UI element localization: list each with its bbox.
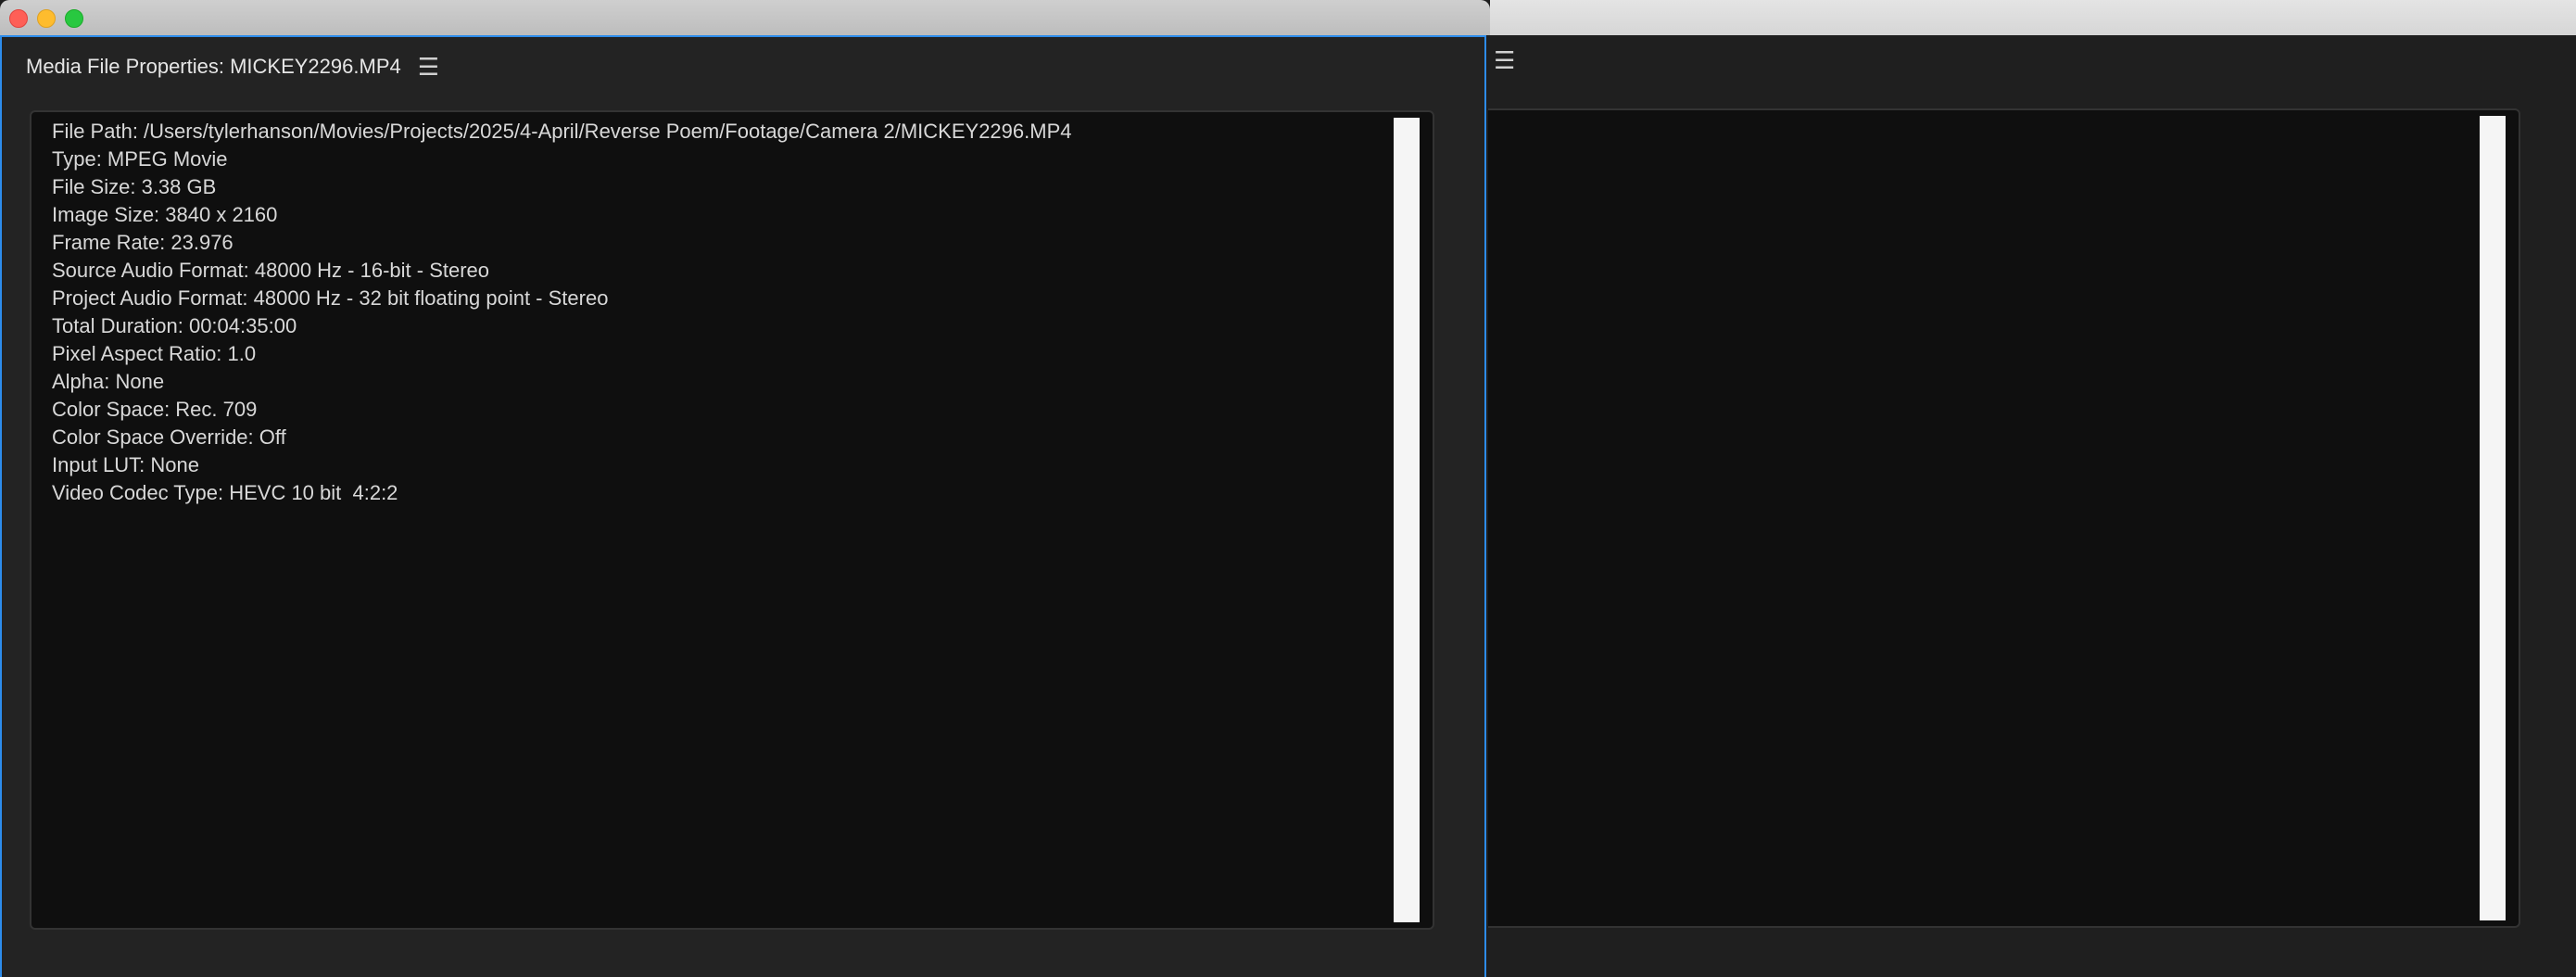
properties-content: File Path: /Users/tylerhanson/Movies/Pro… xyxy=(30,110,1434,930)
properties-list: File Path: /Users/tylerhanson/Movies/Pro… xyxy=(52,118,1071,507)
minimize-icon[interactable] xyxy=(37,9,56,28)
property-line: Image Size: 3840 x 2160 xyxy=(52,203,278,226)
background-panel-menu-icon[interactable]: ☰ xyxy=(1494,46,1515,75)
property-line: File Size: 3.38 GB xyxy=(52,175,217,198)
background-scrollbar[interactable] xyxy=(2480,116,2506,920)
panel-menu-icon[interactable]: ☰ xyxy=(418,55,439,79)
panel-header: Media File Properties: MICKEY2296.MP4 ☰ xyxy=(26,50,439,83)
property-line: Type: MPEG Movie xyxy=(52,147,228,171)
property-line: Project Audio Format: 48000 Hz - 32 bit … xyxy=(52,286,609,310)
window-titlebar[interactable] xyxy=(0,0,1490,35)
background-window-titlebar xyxy=(1490,0,2576,35)
property-line: Video Codec Type: HEVC 10 bit 4:2:2 xyxy=(52,481,398,504)
property-line: Alpha: None xyxy=(52,370,165,393)
property-line: Color Space Override: Off xyxy=(52,425,286,449)
property-line: Source Audio Format: 48000 Hz - 16-bit -… xyxy=(52,259,490,282)
close-icon[interactable] xyxy=(9,9,28,28)
property-line: Input LUT: None xyxy=(52,453,199,476)
property-line: Frame Rate: 23.976 xyxy=(52,231,234,254)
panel-title: Media File Properties: MICKEY2296.MP4 xyxy=(26,55,401,78)
zoom-icon[interactable] xyxy=(65,9,83,28)
vertical-scrollbar[interactable] xyxy=(1394,118,1420,922)
property-line: Color Space: Rec. 709 xyxy=(52,398,258,421)
property-line: Pixel Aspect Ratio: 1.0 xyxy=(52,342,257,365)
background-properties-clip: File Path: /Users/tylerhanson/Movies/Pro… xyxy=(1488,110,2461,926)
property-line: File Path: /Users/tylerhanson/Movies/Pro… xyxy=(52,120,1072,143)
property-line: Total Duration: 00:04:35:00 xyxy=(52,314,297,337)
background-properties-content: File Path: /Users/tylerhanson/Movies/Pro… xyxy=(1488,108,2520,928)
media-file-properties-panel: Media File Properties: MICKEY2296.MP4 ☰ … xyxy=(0,35,1486,977)
